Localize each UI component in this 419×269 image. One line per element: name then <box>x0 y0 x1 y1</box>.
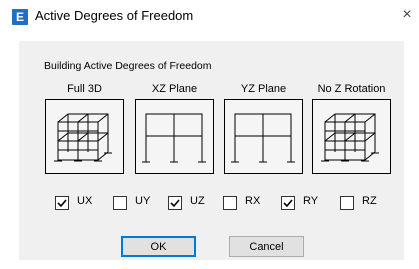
xz-plane-frame-icon <box>142 113 206 163</box>
yz-plane-frame-icon <box>231 113 295 163</box>
title-bar: E Active Degrees of Freedom × <box>0 0 419 34</box>
preset-button-no-z-rotation[interactable] <box>312 99 391 174</box>
checkbox-uy-label: UY <box>135 195 151 207</box>
checkbox-uz-label: UZ <box>190 195 205 207</box>
checkbox-rz-label: RZ <box>362 195 377 207</box>
preset-button-xz-plane[interactable] <box>135 99 214 174</box>
checkbox-uy-box[interactable] <box>113 196 127 210</box>
checkmark-icon <box>283 199 293 208</box>
dialog-content: Building Active Degrees of Freedom Full … <box>19 41 404 260</box>
checkbox-ux-box[interactable] <box>55 196 69 210</box>
active-dof-dialog: E Active Degrees of Freedom × Building A… <box>0 0 419 269</box>
preset-label-full-3d: Full 3D <box>67 83 102 95</box>
checkmark-icon <box>57 199 67 208</box>
checkbox-ry-label: RY <box>303 195 319 207</box>
ok-button[interactable]: OK <box>121 236 196 257</box>
dof-checkbox-row: UX UY UZ RX RY RZ <box>19 195 404 215</box>
checkbox-rx-box[interactable] <box>223 196 237 210</box>
preset-button-full-3d[interactable] <box>45 99 124 174</box>
app-icon: E <box>12 9 28 25</box>
cancel-button[interactable]: Cancel <box>229 236 304 257</box>
preset-label-no-z-rotation: No Z Rotation <box>317 83 386 95</box>
checkbox-rx-label: RX <box>245 195 261 207</box>
checkbox-uz-box[interactable] <box>168 196 182 210</box>
checkmark-icon <box>170 199 180 208</box>
preset-label-xz-plane: XZ Plane <box>151 83 198 95</box>
checkbox-ux-label: UX <box>77 195 93 207</box>
checkbox-ry-box[interactable] <box>281 196 295 210</box>
close-button[interactable]: × <box>398 5 416 25</box>
group-title: Building Active Degrees of Freedom <box>44 60 212 72</box>
window-title: Active Degrees of Freedom <box>35 8 194 23</box>
preset-label-yz-plane: YZ Plane <box>240 83 287 95</box>
no-z-rotation-frame-icon <box>321 113 379 162</box>
preset-button-yz-plane[interactable] <box>224 99 303 174</box>
3d-frame-icon <box>54 113 112 162</box>
checkbox-rz-box[interactable] <box>340 196 354 210</box>
